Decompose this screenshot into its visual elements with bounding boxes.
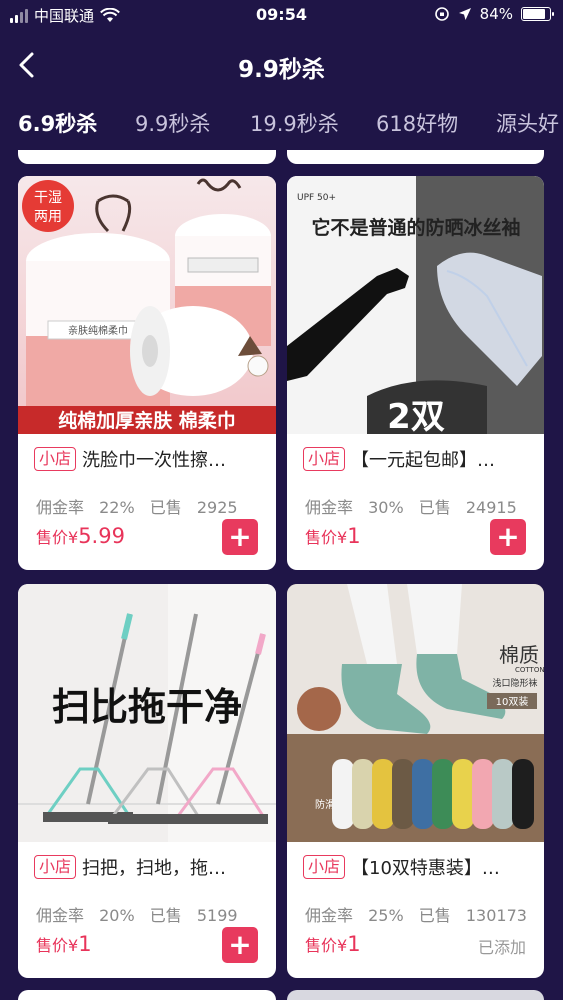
- product-stats: 佣金率 30% 已售 24915: [305, 494, 517, 518]
- shop-tag: 小店: [34, 855, 77, 879]
- price-label: 售价¥: [305, 528, 348, 547]
- product-name-row: 小店 洗脸巾一次性擦…: [34, 446, 264, 472]
- price-value: 1: [347, 524, 361, 548]
- orientation-lock-icon: [434, 7, 449, 21]
- image-headline: 它不是普通的防晒冰丝袖: [311, 216, 520, 239]
- image-brand-en: COTTON: [515, 666, 544, 674]
- commission-label: 佣金率: [36, 906, 85, 925]
- add-button[interactable]: +: [490, 519, 526, 555]
- image-headline: 扫比拖干净: [52, 685, 242, 729]
- tab-618[interactable]: 618好物: [376, 108, 458, 138]
- product-card[interactable]: 防滑硅胶 棉质 COTTON 浅口隐形袜 10双装: [287, 584, 544, 978]
- price-value: 1: [347, 932, 361, 956]
- product-name[interactable]: 【一元起包邮】…: [351, 446, 532, 472]
- sold-value: 2925: [196, 498, 238, 517]
- product-name[interactable]: 洗脸巾一次性擦…: [82, 446, 264, 472]
- product-name[interactable]: 【10双特惠装】…: [351, 854, 532, 880]
- battery-percent: 84%: [479, 5, 513, 23]
- sold-value: 5199: [196, 906, 238, 925]
- price-value: 1: [78, 932, 92, 956]
- battery-fill: [523, 9, 545, 19]
- price: 售价¥1: [305, 932, 361, 956]
- commission-label: 佣金率: [36, 498, 85, 517]
- product-image[interactable]: 扫比拖干净: [18, 584, 276, 842]
- commission-value: 20%: [99, 906, 135, 925]
- tab-19-9[interactable]: 19.9秒杀: [250, 108, 339, 138]
- socks-image: 防滑硅胶 棉质 COTTON 浅口隐形袜 10双装: [287, 584, 544, 842]
- shop-tag: 小店: [303, 447, 346, 471]
- next-card-right: [287, 990, 544, 1000]
- battery-icon: [521, 7, 554, 21]
- pair-badge: 2双: [387, 397, 445, 434]
- commission-value: 25%: [368, 906, 404, 925]
- sold-value: 130173: [465, 906, 527, 925]
- plus-icon: +: [228, 520, 252, 553]
- tab-6-9[interactable]: 6.9秒杀: [18, 108, 97, 138]
- product-image[interactable]: 防滑硅胶 棉质 COTTON 浅口隐形袜 10双装: [287, 584, 544, 842]
- upf-label: UPF 50+: [297, 193, 336, 203]
- price-value: 5.99: [78, 524, 125, 548]
- towel-image: 亲肤纯棉柔巾 干湿 两用 纯棉加厚亲肤 棉柔巾: [18, 176, 276, 434]
- price-label: 售价¥: [36, 936, 79, 955]
- product-card[interactable]: 亲肤纯棉柔巾 干湿 两用 纯棉加厚亲肤 棉柔巾 小店 洗脸巾一次性擦… 佣金率 …: [18, 176, 276, 570]
- product-image[interactable]: UPF 50+ 它不是普通的防晒冰丝袖 2双: [287, 176, 544, 434]
- price-label: 售价¥: [36, 528, 79, 547]
- image-pack: 10双装: [496, 695, 529, 708]
- add-button[interactable]: +: [222, 519, 258, 555]
- sold-label: 已售: [149, 498, 182, 517]
- product-card[interactable]: 扫比拖干净 小店 扫把，扫地，拖… 佣金率 20% 已售 5199 售价¥1 +: [18, 584, 276, 978]
- product-name-row: 小店 【一元起包邮】…: [303, 446, 532, 472]
- product-image[interactable]: 亲肤纯棉柔巾 干湿 两用 纯棉加厚亲肤 棉柔巾: [18, 176, 276, 434]
- product-stats: 佣金率 25% 已售 130173: [305, 902, 527, 926]
- product-stats: 佣金率 20% 已售 5199: [36, 902, 238, 926]
- price: 售价¥5.99: [36, 524, 125, 548]
- plus-icon: +: [496, 520, 520, 553]
- card-stub-left: [18, 150, 276, 164]
- badge-line-1: 干湿: [34, 190, 62, 206]
- sold-label: 已售: [418, 906, 451, 925]
- product-stats: 佣金率 22% 已售 2925: [36, 494, 238, 518]
- commission-value: 30%: [368, 498, 404, 517]
- price: 售价¥1: [305, 524, 361, 548]
- package-label: 亲肤纯棉柔巾: [68, 324, 128, 337]
- plus-icon: +: [228, 928, 252, 961]
- next-card-left: [18, 990, 276, 1000]
- status-bar: 中国联通 09:54 84%: [0, 0, 563, 30]
- card-stub-right: [287, 150, 544, 164]
- product-name-row: 小店 扫把，扫地，拖…: [34, 854, 264, 880]
- commission-label: 佣金率: [305, 498, 354, 517]
- sleeve-image: UPF 50+ 它不是普通的防晒冰丝袖 2双: [287, 176, 544, 434]
- sock-row: [332, 759, 534, 829]
- product-card[interactable]: UPF 50+ 它不是普通的防晒冰丝袖 2双 小店 【一元起包邮】… 佣金率 3…: [287, 176, 544, 570]
- location-icon: [458, 8, 471, 20]
- shop-tag: 小店: [303, 855, 346, 879]
- sold-value: 24915: [465, 498, 517, 517]
- added-status[interactable]: 已添加: [478, 934, 526, 958]
- screen: 中国联通 09:54 84% 9.9秒杀 6.9秒杀 9.9秒杀 19.9秒杀 …: [0, 0, 563, 1000]
- image-brand: 棉质: [499, 643, 539, 667]
- broom-image: 扫比拖干净: [18, 584, 276, 842]
- status-right: 84%: [434, 5, 554, 23]
- tab-9-9[interactable]: 9.9秒杀: [135, 108, 210, 138]
- price: 售价¥1: [36, 932, 92, 956]
- price-label: 售价¥: [305, 936, 348, 955]
- product-name[interactable]: 扫把，扫地，拖…: [82, 854, 264, 880]
- product-name-row: 小店 【10双特惠装】…: [303, 854, 532, 880]
- header: 9.9秒杀: [0, 40, 563, 90]
- sold-label: 已售: [149, 906, 182, 925]
- badge-line-2: 两用: [34, 209, 62, 225]
- commission-value: 22%: [99, 498, 135, 517]
- image-subtitle: 浅口隐形袜: [492, 677, 537, 689]
- sold-label: 已售: [418, 498, 451, 517]
- image-banner: 纯棉加厚亲肤 棉柔巾: [58, 409, 236, 432]
- page-title: 9.9秒杀: [238, 57, 325, 83]
- commission-label: 佣金率: [305, 906, 354, 925]
- add-button[interactable]: +: [222, 927, 258, 963]
- shop-tag: 小店: [34, 447, 77, 471]
- tab-source[interactable]: 源头好: [496, 108, 559, 138]
